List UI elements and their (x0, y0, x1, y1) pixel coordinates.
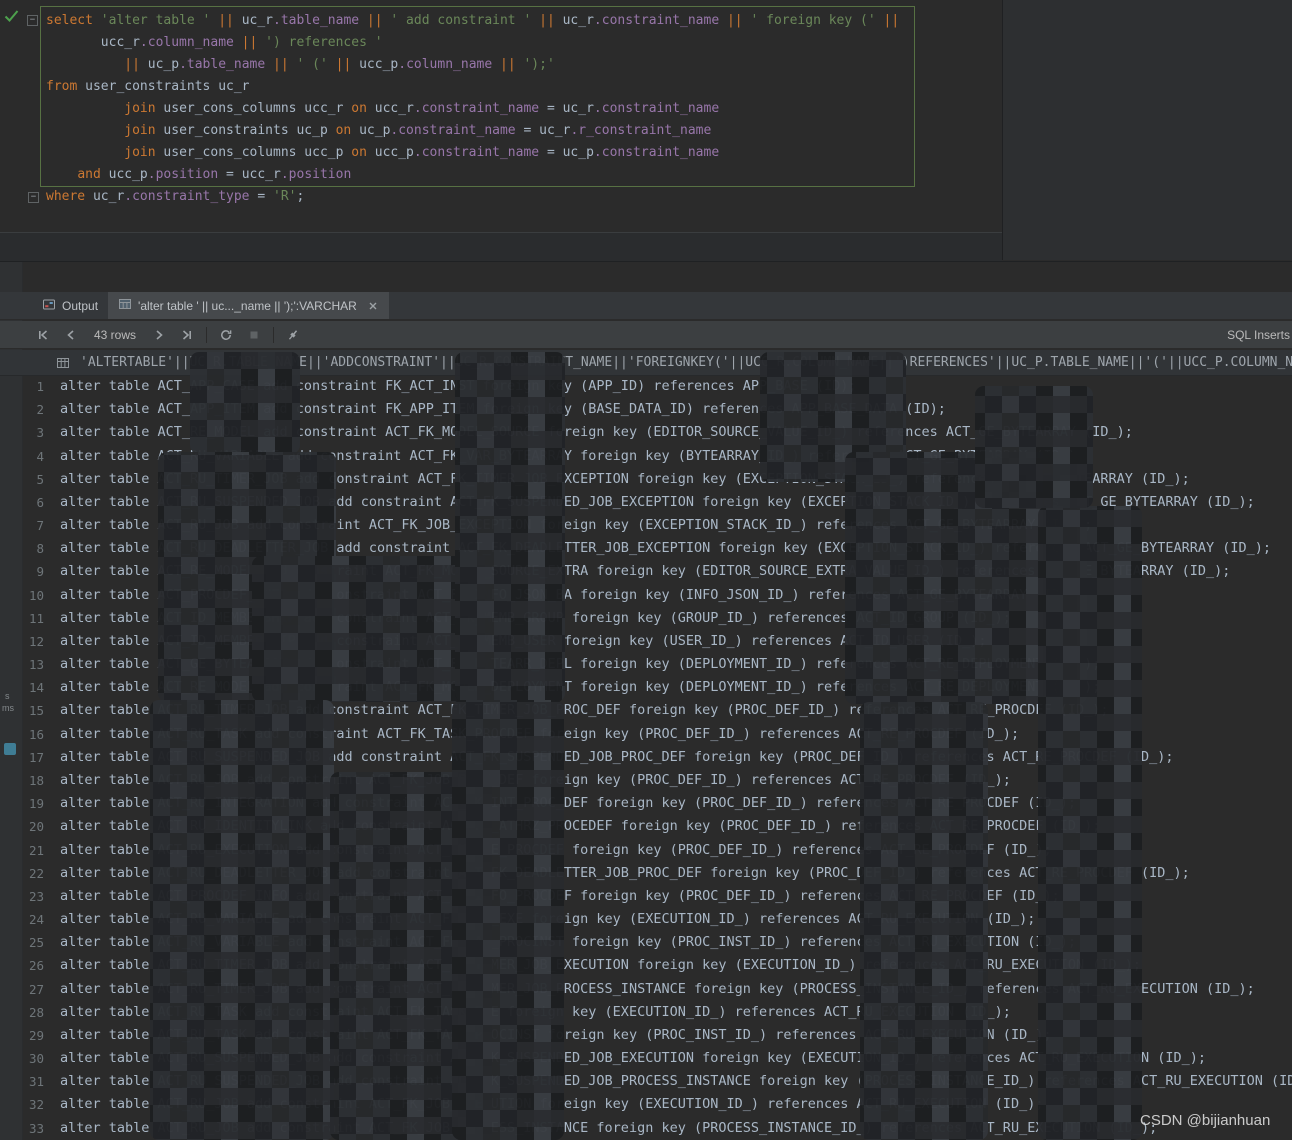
close-icon[interactable] (367, 300, 379, 312)
row-number: 32 (28, 1097, 44, 1113)
console-icon (42, 298, 56, 314)
row-number: 22 (28, 865, 44, 881)
row-number: 3 (36, 425, 44, 441)
row-number: 9 (36, 564, 44, 580)
code-line: join user_constraints uc_p on uc_p.const… (124, 123, 712, 138)
code-line: || uc_p.table_name || ' (' || ucc_p.colu… (124, 57, 555, 72)
tab-output[interactable]: Output (32, 292, 108, 319)
row-number: 10 (28, 587, 44, 603)
code-line: join user_cons_columns ucc_r on ucc_r.co… (124, 101, 720, 116)
censor-mosaic (190, 352, 300, 454)
censor-mosaic (1038, 506, 1142, 1140)
code-fold-icon[interactable]: − (27, 15, 38, 26)
row-number: 12 (28, 633, 44, 649)
row-number: 4 (36, 448, 44, 464)
pin-icon[interactable] (284, 326, 302, 344)
toolbar-separator (273, 326, 275, 343)
code-line: ucc_r.column_name || ') references ' (46, 35, 383, 50)
code-line: from user_constraints uc_r (46, 79, 250, 94)
grid-corner-icon[interactable] (56, 356, 70, 370)
row-number: 8 (36, 541, 44, 557)
row-number: 17 (28, 749, 44, 765)
toolbar-separator (206, 326, 208, 343)
editor-output-splitter[interactable] (0, 261, 1292, 262)
sql-editor-pane[interactable]: − − select 'alter table ' || uc_r.table_… (0, 0, 1292, 262)
code-line: where uc_r.constraint_type = 'R'; (46, 189, 305, 204)
tab-result-set[interactable]: 'alter table ' || uc..._name || ');':VAR… (108, 292, 389, 319)
row-number: 25 (28, 935, 44, 951)
table-icon (118, 297, 132, 314)
row-number: 15 (28, 703, 44, 719)
row-number: 7 (36, 518, 44, 534)
row-number: 11 (28, 610, 44, 626)
row-number: 20 (28, 819, 44, 835)
sql-code[interactable]: select 'alter table ' || uc_r.table_name… (46, 10, 899, 208)
watermark: CSDN @bijianhuan (1140, 1112, 1271, 1129)
censor-mosaic (975, 386, 1093, 508)
censor-mosaic (452, 700, 564, 1140)
row-number: 13 (28, 657, 44, 673)
row-number: 33 (28, 1120, 44, 1136)
code-line: and ucc_p.position = ucc_r.position (77, 167, 352, 182)
next-page-button[interactable] (150, 326, 168, 344)
ide-window: − − select 'alter table ' || uc_r.table_… (0, 0, 1292, 1140)
row-number: 30 (28, 1051, 44, 1067)
first-page-button[interactable] (34, 326, 52, 344)
censor-mosaic (455, 352, 565, 702)
row-number: 21 (28, 842, 44, 858)
row-number: 5 (36, 471, 44, 487)
row-number: 14 (28, 680, 44, 696)
row-number: 19 (28, 796, 44, 812)
row-number: 2 (36, 402, 44, 418)
row-number: 26 (28, 958, 44, 974)
row-number: 16 (28, 726, 44, 742)
row-number: 1 (36, 379, 44, 395)
refresh-icon[interactable] (217, 326, 235, 344)
sql-inserts-mode-button[interactable]: SQL Inserts (1227, 328, 1292, 342)
row-number: 28 (28, 1004, 44, 1020)
row-number: 6 (36, 494, 44, 510)
editor-empty-right-pane (1003, 0, 1292, 260)
row-number: 24 (28, 912, 44, 928)
row-number: 31 (28, 1074, 44, 1090)
output-tab-bar: Output 'alter table ' || uc..._name || '… (0, 292, 1292, 320)
editor-split-divider[interactable] (1002, 0, 1003, 260)
code-fold-icon[interactable]: − (28, 192, 39, 203)
censor-mosaic (860, 702, 988, 1140)
previous-page-button[interactable] (62, 326, 80, 344)
row-number: 23 (28, 888, 44, 904)
code-line: select 'alter table ' || uc_r.table_name… (46, 13, 900, 28)
censor-mosaic (150, 700, 334, 1140)
row-count-label[interactable]: 43 rows (90, 328, 140, 342)
stop-icon[interactable] (245, 326, 263, 344)
row-number: 27 (28, 981, 44, 997)
editor-hscrollbar-track[interactable] (0, 232, 1002, 261)
last-page-button[interactable] (178, 326, 196, 344)
result-toolbar: 43 rows SQL Inserts (0, 321, 1292, 349)
code-line: join user_cons_columns ucc_p on ucc_p.co… (124, 145, 720, 160)
row-number: 29 (28, 1027, 44, 1043)
statement-executed-check-icon[interactable] (4, 9, 19, 28)
tab-label: 'alter table ' || uc..._name || ');':VAR… (138, 298, 357, 313)
tab-label: Output (62, 298, 99, 313)
row-number: 18 (28, 773, 44, 788)
